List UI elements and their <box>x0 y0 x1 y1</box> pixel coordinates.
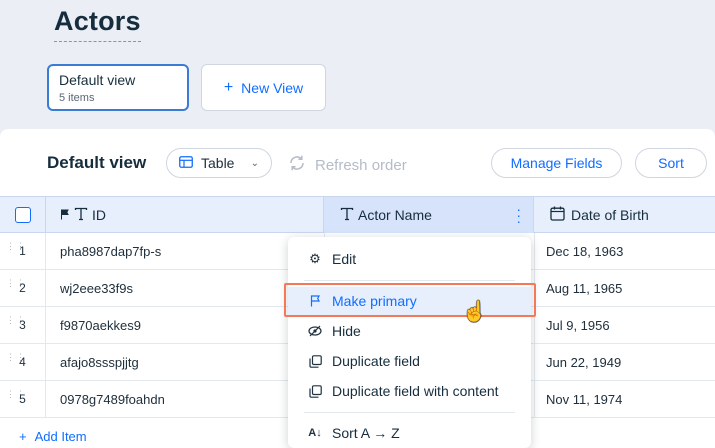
table-icon <box>179 155 193 171</box>
refresh-icon <box>288 154 306 176</box>
column-header-id[interactable]: ID <box>46 197 324 233</box>
row-number: 4 <box>0 344 46 380</box>
menu-item-hide[interactable]: Hide <box>288 317 531 345</box>
page-title: Actors <box>54 6 141 42</box>
refresh-order-label: Refresh order <box>315 156 407 174</box>
column-label-date-of-birth: Date of Birth <box>571 207 649 223</box>
menu-item-label: Hide <box>332 323 361 339</box>
more-vertical-icon[interactable]: · · · <box>516 202 521 228</box>
menu-item-edit[interactable]: ⚙ Edit <box>288 245 531 273</box>
menu-item-duplicate-field-with-content[interactable]: Duplicate field with content <box>288 377 531 405</box>
manage-fields-button[interactable]: Manage Fields <box>491 148 622 178</box>
text-type-icon <box>340 207 354 224</box>
chevron-down-icon: ⌄ <box>250 157 259 169</box>
column-header-date-of-birth[interactable]: Date of Birth <box>534 197 715 233</box>
toolbar: Default view Table ⌄ Refresh order Manag… <box>0 129 715 196</box>
refresh-order-button[interactable]: Refresh order <box>288 154 407 176</box>
column-label-id: ID <box>92 207 106 223</box>
cell-id[interactable]: pha8987dap7fp-s <box>60 233 161 269</box>
calendar-icon <box>550 206 565 224</box>
plus-icon: + <box>19 429 27 444</box>
cell-date-of-birth[interactable]: Dec 18, 1963 <box>546 233 623 269</box>
toolbar-title: Default view <box>47 153 147 172</box>
menu-item-label: Duplicate field with content <box>332 383 499 399</box>
row-number: 5 <box>0 381 46 417</box>
text-type-icon <box>74 207 88 224</box>
menu-item-sort-a-z[interactable]: A↓ Sort A → Z <box>288 419 531 447</box>
add-item-button[interactable]: + Add Item <box>19 429 87 444</box>
row-number: 1 <box>0 233 46 269</box>
column-context-menu: ⚙ Edit Make primary Hide Duplicate field… <box>288 237 531 448</box>
row-number: 3 <box>0 307 46 343</box>
duplicate-icon <box>308 384 322 398</box>
sort-button[interactable]: Sort <box>635 148 707 178</box>
select-all-cell <box>0 197 46 233</box>
column-label-actor-name: Actor Name <box>358 207 432 223</box>
flag-icon <box>60 207 70 223</box>
view-name: Default view <box>59 72 136 88</box>
cell-date-of-birth[interactable]: Jun 22, 1949 <box>546 344 621 380</box>
add-item-label: Add Item <box>34 429 87 444</box>
layout-select[interactable]: Table ⌄ <box>166 148 272 178</box>
gear-icon: ⚙ <box>309 251 321 266</box>
row-number: 2 <box>0 270 46 306</box>
cell-id[interactable]: afajo8ssspjjtg <box>60 344 139 380</box>
column-header-actor-name[interactable]: Actor Name · · · <box>324 197 534 233</box>
new-view-button[interactable]: + New View <box>201 64 326 111</box>
view-item-count: 5 items <box>59 92 95 104</box>
view-card-default[interactable]: Default view 5 items <box>47 64 189 111</box>
new-view-label: New View <box>241 79 304 96</box>
plus-icon: + <box>223 78 234 96</box>
layout-select-value: Table <box>201 155 235 171</box>
cell-date-of-birth[interactable]: Nov 11, 1974 <box>546 381 622 417</box>
cell-id[interactable]: 0978g7489foahdn <box>60 381 165 417</box>
hand-cursor-icon: ☝ <box>462 301 487 323</box>
cell-date-of-birth[interactable]: Aug 11, 1965 <box>546 270 622 306</box>
cell-id[interactable]: f9870aekkes9 <box>60 307 141 343</box>
sort-az-icon: A↓ <box>308 427 322 439</box>
menu-item-label: Edit <box>332 251 357 267</box>
cell-date-of-birth[interactable]: Jul 9, 1956 <box>546 307 610 343</box>
eye-off-icon <box>308 325 322 337</box>
menu-item-label: Sort A → Z <box>332 425 400 441</box>
menu-item-label: Duplicate field <box>332 353 420 369</box>
select-all-checkbox[interactable] <box>14 207 31 223</box>
menu-item-duplicate-field[interactable]: Duplicate field <box>288 347 531 375</box>
duplicate-icon <box>308 354 322 368</box>
highlight-box <box>284 283 536 317</box>
cell-id[interactable]: wj2eee33f9s <box>60 270 133 306</box>
table-header: ID Actor Name · · · Date of Birth <box>0 196 715 233</box>
